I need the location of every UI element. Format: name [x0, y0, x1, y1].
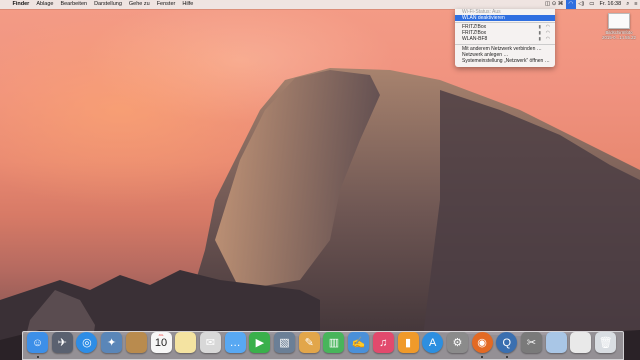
system-preferences-glyph: ⚙: [452, 337, 463, 349]
wifi-icon[interactable]: ◠: [565, 0, 576, 9]
wifi-dropdown-menu: Wi-Fi-Status: Aus WLAN deaktivieren FRIT…: [455, 9, 555, 67]
safari-icon[interactable]: ◎: [76, 332, 98, 353]
status-extras-icon[interactable]: ◫ ⊙ ⌘: [543, 0, 566, 9]
notebook-icon[interactable]: [125, 332, 147, 353]
photo-booth-icon[interactable]: ▧: [274, 332, 295, 353]
ibooks-glyph: ▮: [404, 337, 412, 349]
document-stack-icon[interactable]: [570, 332, 592, 353]
menu-darstellung[interactable]: Darstellung: [91, 0, 126, 9]
clapper-icon[interactable]: ✂: [521, 332, 542, 353]
file-label-line2: 2015-0...14.55.22: [602, 35, 636, 40]
facetime-glyph: ▶: [255, 337, 265, 349]
itunes-icon[interactable]: ♫: [372, 332, 394, 353]
file-label: Bildschirmfoto 2015-0...14.55.22: [601, 30, 637, 40]
photo-booth-glyph: ▧: [279, 337, 290, 349]
preview-glyph: ✉: [205, 337, 215, 349]
network-name: WLAN-BF8: [462, 36, 488, 42]
desktop-screenshot-file[interactable]: Bildschirmfoto 2015-0...14.55.22: [601, 13, 637, 40]
volume-icon[interactable]: ◁): [576, 0, 587, 9]
menu-hilfe[interactable]: Hilfe: [179, 0, 197, 9]
messages-glyph: …: [229, 336, 241, 349]
running-indicator: [36, 356, 39, 358]
menu-bearbeiten[interactable]: Bearbeiten: [57, 0, 91, 9]
safari-glyph: ◎: [82, 337, 92, 349]
lock-icon: ▮: [538, 36, 541, 41]
running-indicator: [505, 356, 508, 358]
launchpad-glyph: ✈: [57, 337, 67, 349]
firefox-icon[interactable]: ◉: [471, 332, 493, 353]
open-network-preferences-item[interactable]: Systemeinstellung „Netzwerk“ öffnen …: [455, 58, 555, 64]
keynote-icon[interactable]: ✎: [298, 332, 320, 353]
finder-glyph: ☺: [31, 336, 44, 349]
menu-divider: [455, 44, 555, 45]
pages-glyph: ✍: [351, 337, 366, 349]
menu-gehe-zu[interactable]: Gehe zu: [125, 0, 153, 9]
preview-icon[interactable]: ✉: [199, 332, 221, 353]
trash-icon[interactable]: 🗑: [595, 332, 617, 353]
ibooks-icon[interactable]: ▮: [397, 332, 419, 353]
firefox-glyph: ◉: [477, 337, 487, 349]
system-preferences-icon[interactable]: ⚙: [446, 332, 468, 353]
menu-finder[interactable]: Finder: [9, 0, 33, 9]
notification-center-icon[interactable]: ≡: [632, 0, 640, 9]
quicktime-icon[interactable]: Q: [496, 332, 518, 353]
messages-icon[interactable]: …: [224, 332, 246, 353]
keynote-glyph: ✎: [304, 337, 314, 349]
app-store-glyph: A: [429, 336, 437, 349]
finder-icon[interactable]: ☺: [27, 332, 48, 353]
menu-ablage[interactable]: Ablage: [33, 0, 57, 9]
clock[interactable]: Fr. 16:38: [597, 0, 624, 9]
wifi-signal-icon: ◠: [545, 36, 550, 42]
file-thumbnail-icon: [608, 13, 630, 29]
menubar: Finder Ablage Bearbeiten Darstellung Geh…: [0, 0, 640, 9]
photos-glyph: ✦: [106, 337, 117, 349]
calendar-day: 10: [154, 337, 168, 349]
numbers-glyph: ▥: [328, 337, 340, 349]
input-source-icon[interactable]: ▭: [587, 0, 597, 9]
numbers-icon[interactable]: ▥: [323, 332, 345, 353]
wifi-disable-item[interactable]: WLAN deaktivieren: [455, 15, 555, 21]
network-item[interactable]: WLAN-BF8 ▮ ◠: [455, 36, 555, 42]
quicktime-glyph: Q: [502, 336, 512, 349]
pages-icon[interactable]: ✍: [348, 332, 370, 353]
spotlight-icon[interactable]: ⌕: [624, 0, 632, 9]
notes-icon[interactable]: [175, 332, 197, 353]
itunes-glyph: ♫: [379, 336, 388, 349]
status-area: ◫ ⊙ ⌘ ◠ ◁) ▭ Fr. 16:38 ⌕ ≡: [543, 0, 640, 9]
downloads-folder-icon[interactable]: [545, 332, 567, 353]
trash-glyph: 🗑: [598, 337, 613, 349]
app-store-icon[interactable]: A: [422, 332, 444, 353]
menu-fenster[interactable]: Fenster: [153, 0, 179, 9]
calendar-icon[interactable]: JUL 10: [150, 332, 172, 353]
photos-icon[interactable]: ✦: [101, 332, 123, 353]
clapper-glyph: ✂: [526, 337, 537, 349]
facetime-icon[interactable]: ▶: [249, 332, 271, 353]
launchpad-icon[interactable]: ✈: [51, 332, 73, 353]
menu-divider: [455, 22, 555, 23]
